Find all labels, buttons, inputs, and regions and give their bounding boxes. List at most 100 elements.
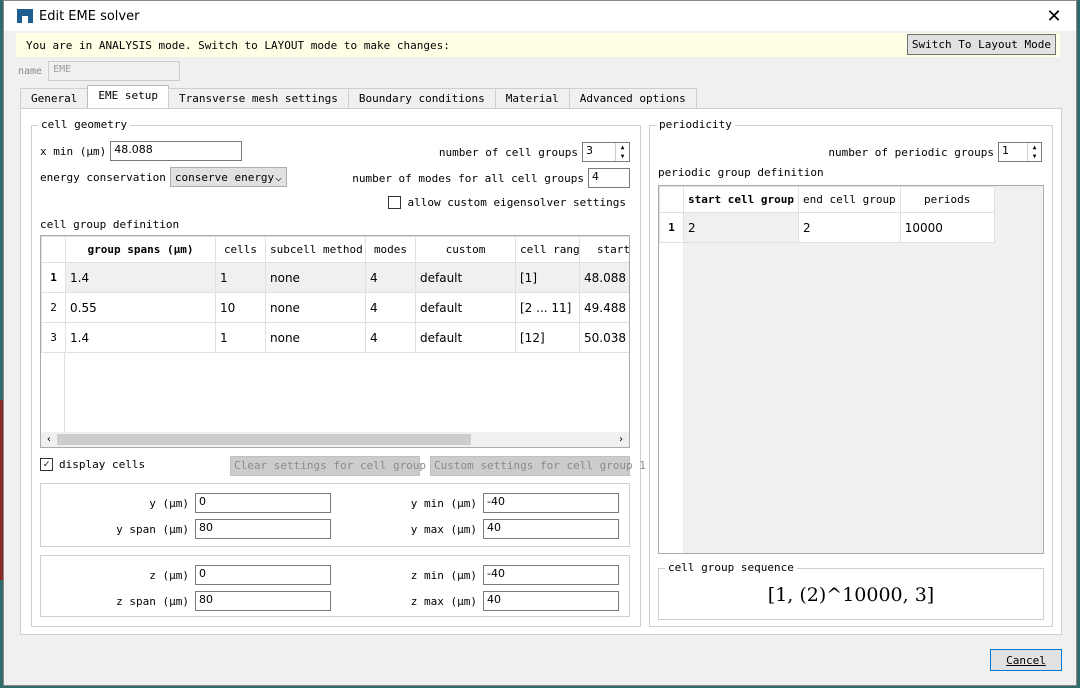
- cancel-button[interactable]: Cancel: [990, 649, 1062, 671]
- name-input[interactable]: EME: [48, 61, 181, 81]
- ymax-label: y max (μm): [410, 522, 477, 536]
- num-modes-input[interactable]: 4: [588, 168, 630, 188]
- cell-group-def-title: cell group definition: [40, 218, 179, 231]
- num-groups-spinner[interactable]: 3 ▲ ▼: [582, 142, 630, 162]
- cell-cells[interactable]: 1: [215, 262, 266, 293]
- scroll-right-icon[interactable]: ›: [613, 434, 629, 445]
- tab-boundary-conditions[interactable]: Boundary conditions: [347, 88, 496, 108]
- row-index: 1: [659, 212, 684, 243]
- zmin-label: z min (μm): [410, 568, 477, 582]
- ymin-label: y min (μm): [410, 496, 477, 510]
- col-subcell-method[interactable]: subcell method: [265, 236, 366, 263]
- table-row[interactable]: 3 1.4 1 none 4 default [12] 50.038: [41, 322, 629, 353]
- spinner-arrows-icon[interactable]: ▲ ▼: [615, 143, 629, 161]
- cell-span[interactable]: 1.4: [65, 322, 216, 353]
- y-row: y (μm) 0: [41, 493, 331, 513]
- table-row[interactable]: 1 2 2 10000: [659, 212, 995, 243]
- row-index: 2: [41, 292, 66, 323]
- energy-select[interactable]: conserve energy ⌵: [169, 167, 287, 187]
- cell-range: [2 ... 11]: [515, 292, 580, 323]
- cell-end-group[interactable]: 2: [797, 212, 901, 243]
- tab-eme-setup[interactable]: EME setup: [87, 85, 169, 108]
- cell-start-group[interactable]: 2: [683, 212, 799, 243]
- col-end-cell-group[interactable]: end cell group: [797, 186, 901, 213]
- z-geometry-box: z (μm) 0 z span (μm) 80 z min (μm) -40 z…: [40, 555, 630, 617]
- custom-eigen-row: allow custom eigensolver settings: [388, 196, 626, 209]
- cell-cells[interactable]: 10: [215, 292, 266, 323]
- row-header-strip: [659, 243, 683, 553]
- display-cells-checkbox[interactable]: ✓: [40, 458, 53, 471]
- row-index: 1: [41, 262, 66, 293]
- energy-row: energy conservation conserve energy ⌵: [40, 167, 287, 187]
- cell-custom[interactable]: default: [415, 292, 516, 323]
- table-row[interactable]: 2 0.55 10 none 4 default [2 ... 11] 49.4…: [41, 292, 629, 323]
- zmax-label: z max (μm): [410, 594, 477, 608]
- yspan-label: y span (μm): [116, 522, 189, 536]
- scrollbar-thumb[interactable]: [57, 434, 471, 445]
- name-label: name: [18, 65, 43, 77]
- cell-modes[interactable]: 4: [365, 262, 416, 293]
- periodic-groups-label: number of periodic groups: [828, 145, 994, 159]
- tab-advanced-options[interactable]: Advanced options: [568, 88, 697, 108]
- ymin-input[interactable]: -40: [483, 493, 619, 513]
- ymax-row: y max (μm) 40: [341, 519, 619, 539]
- col-cell-range[interactable]: cell range: [515, 236, 580, 263]
- custom-settings-button[interactable]: Custom settings for cell group 1: [430, 456, 646, 476]
- y-input[interactable]: 0: [195, 493, 331, 513]
- periodic-header-row: start cell group end cell group periods: [659, 186, 995, 213]
- tab-content: cell geometry x min (μm) 48.088 energy c…: [20, 108, 1062, 635]
- energy-value: conserve energy: [174, 170, 275, 184]
- col-group-spans[interactable]: group spans (μm): [65, 236, 216, 263]
- num-groups-value: 3: [586, 144, 593, 157]
- close-icon[interactable]: ✕: [1042, 6, 1066, 27]
- cell-subcell[interactable]: none: [265, 292, 366, 323]
- cell-custom[interactable]: default: [415, 322, 516, 353]
- col-start[interactable]: start: [579, 236, 629, 263]
- col-modes[interactable]: modes: [365, 236, 416, 263]
- cell-modes[interactable]: 4: [365, 322, 416, 353]
- z-input[interactable]: 0: [195, 565, 331, 585]
- cell-group-sequence-box: cell group sequence [1, (2)^10000, 3]: [658, 561, 1044, 620]
- cell-span[interactable]: 1.4: [65, 262, 216, 293]
- tab-general[interactable]: General: [20, 88, 89, 108]
- cell-span[interactable]: 0.55: [65, 292, 216, 323]
- tab-material[interactable]: Material: [494, 88, 570, 108]
- cell-subcell[interactable]: none: [265, 322, 366, 353]
- tab-transverse-mesh[interactable]: Transverse mesh settings: [167, 88, 349, 108]
- yspan-input[interactable]: 80: [195, 519, 331, 539]
- horizontal-scrollbar[interactable]: ‹ ›: [41, 432, 629, 447]
- col-custom[interactable]: custom: [415, 236, 516, 263]
- zmin-input[interactable]: -40: [483, 565, 619, 585]
- cell-modes[interactable]: 4: [365, 292, 416, 323]
- periodic-groups-spinner[interactable]: 1 ▲ ▼: [998, 142, 1042, 162]
- cell-geometry-group: cell geometry x min (μm) 48.088 energy c…: [31, 118, 646, 627]
- cell-subcell[interactable]: none: [265, 262, 366, 293]
- corner-cell: [659, 186, 684, 213]
- y-label: y (μm): [149, 496, 189, 510]
- cell-periods[interactable]: 10000: [899, 212, 995, 243]
- clear-settings-button[interactable]: Clear settings for cell group 1: [230, 456, 439, 476]
- custom-eigen-label: allow custom eigensolver settings: [407, 196, 626, 209]
- display-cells-row: ✓ display cells: [40, 458, 145, 471]
- energy-label: energy conservation: [40, 170, 166, 184]
- col-start-cell-group[interactable]: start cell group: [683, 186, 799, 213]
- col-periods[interactable]: periods: [899, 186, 995, 213]
- zspan-label: z span (μm): [116, 594, 189, 608]
- ymax-input[interactable]: 40: [483, 519, 619, 539]
- zmin-row: z min (μm) -40: [341, 565, 619, 585]
- table-row[interactable]: 1 1.4 1 none 4 default [1] 48.088: [41, 262, 629, 293]
- switch-to-layout-button[interactable]: Switch To Layout Mode: [906, 34, 1056, 55]
- periodic-groups-row: number of periodic groups 1 ▲ ▼: [828, 142, 1042, 162]
- cell-cells[interactable]: 1: [215, 322, 266, 353]
- cell-group-table: group spans (μm) cells subcell method mo…: [40, 235, 630, 448]
- zmax-input[interactable]: 40: [483, 591, 619, 611]
- zspan-row: z span (μm) 80: [41, 591, 331, 611]
- scroll-left-icon[interactable]: ‹: [41, 434, 57, 445]
- cell-start: 48.088: [579, 262, 629, 293]
- col-cells[interactable]: cells: [215, 236, 266, 263]
- xmin-input[interactable]: 48.088: [110, 141, 243, 161]
- zspan-input[interactable]: 80: [195, 591, 331, 611]
- spinner-arrows-icon[interactable]: ▲ ▼: [1027, 143, 1041, 161]
- custom-eigen-checkbox[interactable]: [388, 196, 402, 209]
- cell-custom[interactable]: default: [415, 262, 516, 293]
